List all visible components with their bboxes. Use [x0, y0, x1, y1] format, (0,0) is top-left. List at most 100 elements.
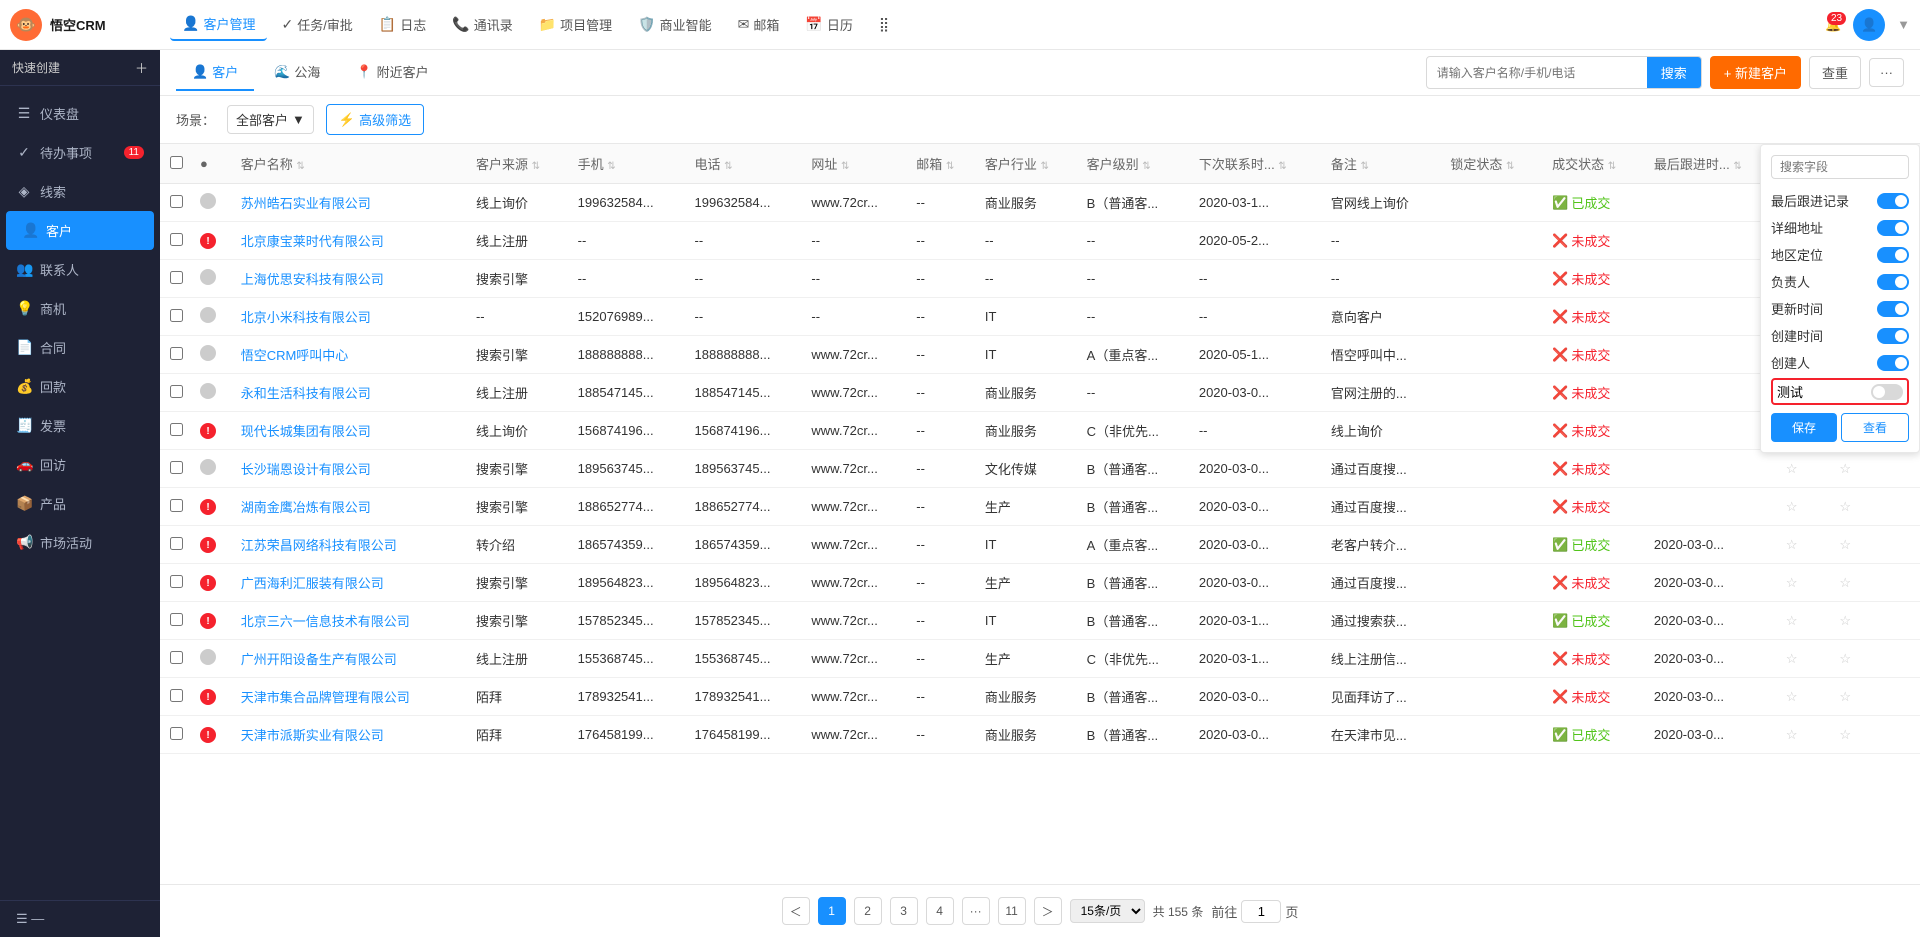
sidebar-item-visit[interactable]: 🚗 回访	[0, 445, 160, 484]
follow-icon[interactable]: ☆	[1839, 499, 1851, 514]
row-checkbox[interactable]	[170, 385, 183, 398]
search-button[interactable]: 搜索	[1647, 57, 1701, 88]
sidebar-item-dashboard[interactable]: ☰ 仪表盘	[0, 94, 160, 133]
select-all-checkbox[interactable]	[170, 156, 183, 169]
toggle-owner-switch[interactable]	[1877, 274, 1909, 290]
row-follow-cell[interactable]: ☆	[1831, 640, 1884, 678]
row-checkbox-cell[interactable]	[160, 222, 192, 260]
row-checkbox[interactable]	[170, 537, 183, 550]
th-note[interactable]: 备注 ⇅	[1323, 144, 1443, 184]
dedup-button[interactable]: 查重	[1809, 56, 1861, 89]
row-follow-cell[interactable]: ☆	[1831, 488, 1884, 526]
row-star-cell[interactable]: ☆	[1778, 716, 1831, 754]
row-checkbox[interactable]	[170, 651, 183, 664]
row-checkbox[interactable]	[170, 689, 183, 702]
prev-page-button[interactable]: ＜	[782, 897, 810, 925]
nav-item-task[interactable]: ✓ 任务/审批	[269, 9, 364, 40]
nav-item-bi[interactable]: 🛡️ 商业智能	[626, 9, 723, 40]
follow-icon[interactable]: ☆	[1839, 727, 1851, 742]
follow-icon[interactable]: ☆	[1839, 537, 1851, 552]
customer-name-link[interactable]: 江苏荣昌网络科技有限公司	[241, 538, 397, 553]
scene-selector[interactable]: 全部客户 ▼	[227, 105, 314, 134]
star-icon[interactable]: ☆	[1786, 727, 1798, 742]
row-checkbox-cell[interactable]	[160, 640, 192, 678]
star-icon[interactable]: ☆	[1786, 575, 1798, 590]
sidebar-item-payment[interactable]: 💰 回款	[0, 367, 160, 406]
th-website[interactable]: 网址 ⇅	[803, 144, 908, 184]
sidebar-item-contacts[interactable]: 👥 联系人	[0, 250, 160, 289]
customer-name-link[interactable]: 长沙瑞恩设计有限公司	[241, 462, 371, 477]
star-icon[interactable]: ☆	[1786, 461, 1798, 476]
row-checkbox-cell[interactable]	[160, 488, 192, 526]
row-star-cell[interactable]: ☆	[1778, 488, 1831, 526]
star-icon[interactable]: ☆	[1786, 499, 1798, 514]
avatar-dropdown-icon[interactable]: ▼	[1897, 17, 1910, 32]
page-11-button[interactable]: 11	[998, 897, 1026, 925]
row-follow-cell[interactable]: ☆	[1831, 450, 1884, 488]
advanced-filter-button[interactable]: ⚡ 高级筛选	[326, 104, 424, 135]
th-email[interactable]: 邮箱 ⇅	[908, 144, 977, 184]
sub-tab-customers[interactable]: 👤 客户	[176, 54, 254, 91]
toggle-last-follow-record-switch[interactable]	[1877, 193, 1909, 209]
row-star-cell[interactable]: ☆	[1778, 564, 1831, 602]
customer-name-link[interactable]: 湖南金鹰冶炼有限公司	[241, 500, 371, 515]
th-source[interactable]: 客户来源 ⇅	[468, 144, 570, 184]
row-star-cell[interactable]: ☆	[1778, 678, 1831, 716]
page-4-button[interactable]: 4	[926, 897, 954, 925]
th-lock[interactable]: 锁定状态 ⇅	[1442, 144, 1544, 184]
star-icon[interactable]: ☆	[1786, 537, 1798, 552]
customer-name-link[interactable]: 广西海利汇服装有限公司	[241, 576, 384, 591]
sub-tab-nearby[interactable]: 📍 附近客户	[340, 54, 444, 91]
row-checkbox[interactable]	[170, 347, 183, 360]
new-customer-button[interactable]: + 新建客户	[1710, 56, 1801, 89]
row-checkbox[interactable]	[170, 309, 183, 322]
panel-view-button[interactable]: 查看	[1841, 413, 1909, 442]
row-checkbox[interactable]	[170, 575, 183, 588]
panel-save-button[interactable]: 保存	[1771, 413, 1837, 442]
customer-name-link[interactable]: 北京康宝莱时代有限公司	[241, 234, 384, 249]
row-checkbox[interactable]	[170, 233, 183, 246]
row-checkbox[interactable]	[170, 195, 183, 208]
row-checkbox-cell[interactable]	[160, 336, 192, 374]
row-star-cell[interactable]: ☆	[1778, 450, 1831, 488]
toggle-location-switch[interactable]	[1877, 247, 1909, 263]
star-icon[interactable]: ☆	[1786, 613, 1798, 628]
row-follow-cell[interactable]: ☆	[1831, 716, 1884, 754]
sidebar-item-customers[interactable]: 👤 客户	[6, 211, 154, 250]
customer-name-link[interactable]: 天津市派斯实业有限公司	[241, 728, 384, 743]
nav-item-more[interactable]: ⣿	[867, 10, 901, 39]
row-checkbox-cell[interactable]	[160, 298, 192, 336]
nav-item-project[interactable]: 📁 项目管理	[527, 9, 624, 40]
row-follow-cell[interactable]: ☆	[1831, 678, 1884, 716]
row-checkbox[interactable]	[170, 613, 183, 626]
nav-item-contacts[interactable]: 📞 通讯录	[440, 9, 524, 40]
follow-icon[interactable]: ☆	[1839, 613, 1851, 628]
row-checkbox[interactable]	[170, 423, 183, 436]
page-3-button[interactable]: 3	[890, 897, 918, 925]
follow-icon[interactable]: ☆	[1839, 461, 1851, 476]
sidebar-collapse[interactable]: ☰ —	[0, 900, 160, 937]
toggle-create-time-switch[interactable]	[1877, 328, 1909, 344]
select-all-header[interactable]	[160, 144, 192, 184]
sidebar-item-invoice[interactable]: 🧾 发票	[0, 406, 160, 445]
th-industry[interactable]: 客户行业 ⇅	[977, 144, 1079, 184]
page-2-button[interactable]: 2	[854, 897, 882, 925]
row-checkbox-cell[interactable]	[160, 564, 192, 602]
th-mobile[interactable]: 手机 ⇅	[570, 144, 687, 184]
follow-icon[interactable]: ☆	[1839, 689, 1851, 704]
row-checkbox-cell[interactable]	[160, 602, 192, 640]
customer-name-link[interactable]: 天津市集合品牌管理有限公司	[241, 690, 410, 705]
follow-icon[interactable]: ☆	[1839, 575, 1851, 590]
row-star-cell[interactable]: ☆	[1778, 526, 1831, 564]
star-icon[interactable]: ☆	[1786, 651, 1798, 666]
row-checkbox[interactable]	[170, 461, 183, 474]
customer-name-link[interactable]: 北京小米科技有限公司	[241, 310, 371, 325]
nav-item-calendar[interactable]: 📅 日历	[793, 9, 864, 40]
quick-create-btn[interactable]: 快速创建	[12, 59, 60, 76]
nav-item-email[interactable]: ✉ 邮箱	[726, 9, 792, 40]
row-checkbox-cell[interactable]	[160, 184, 192, 222]
customer-name-link[interactable]: 悟空CRM呼叫中心	[241, 348, 349, 363]
toggle-update-time-switch[interactable]	[1877, 301, 1909, 317]
sidebar-item-marketing[interactable]: 📢 市场活动	[0, 523, 160, 562]
sub-tab-sea[interactable]: 🌊 公海	[258, 54, 336, 91]
